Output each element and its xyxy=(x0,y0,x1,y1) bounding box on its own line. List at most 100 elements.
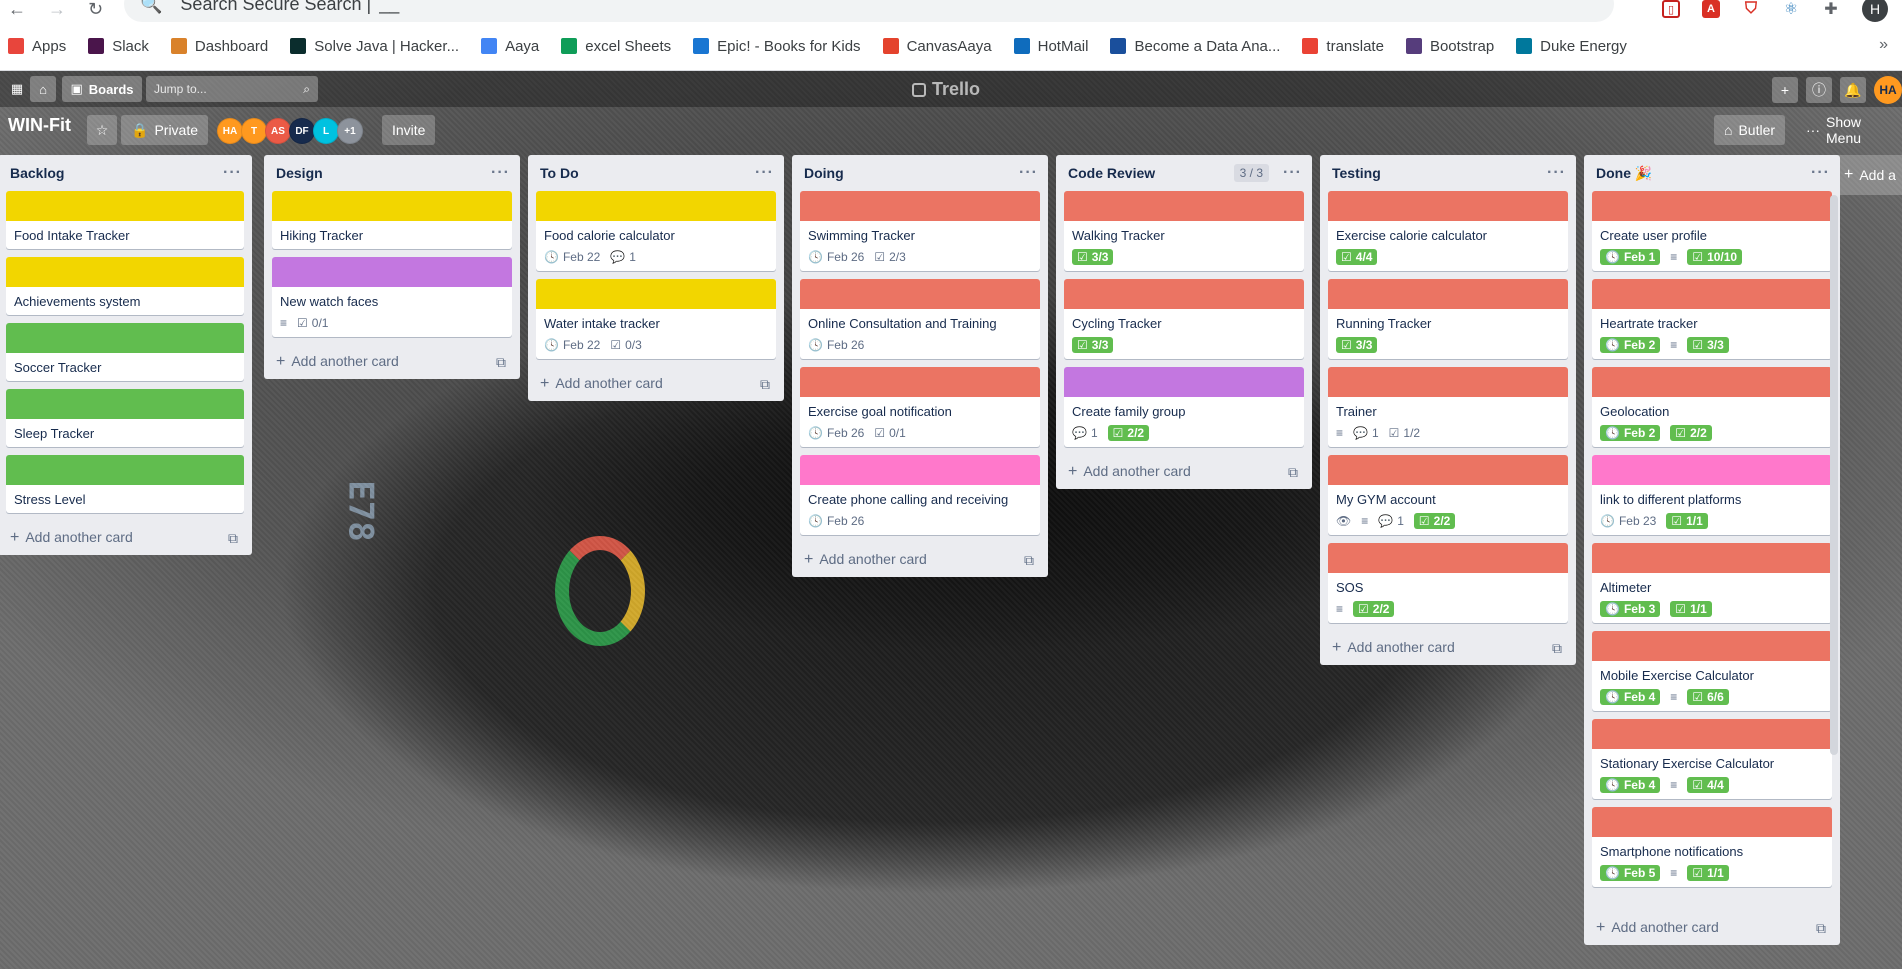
bookmark-item[interactable]: HotMail xyxy=(1013,38,1088,55)
template-card-icon[interactable]: ⧉ xyxy=(1288,464,1298,481)
bookmark-item[interactable]: translate xyxy=(1302,38,1384,55)
bookmark-item[interactable]: CanvasAaya xyxy=(882,38,992,55)
add-card-button[interactable]: + Add another card ⧉ xyxy=(1056,455,1312,489)
card[interactable]: Soccer Tracker xyxy=(6,323,244,381)
list-title[interactable]: Backlog xyxy=(10,165,64,181)
create-plus-icon[interactable]: + xyxy=(1772,77,1798,103)
card[interactable]: SOS ≡ ☑ 2/2 xyxy=(1328,543,1568,623)
list-menu-dots-icon[interactable]: ··· xyxy=(1283,164,1302,182)
member-avatar[interactable]: L xyxy=(313,118,339,144)
add-card-button[interactable]: + Add another card ⧉ xyxy=(0,521,252,555)
bookmark-item[interactable]: Bootstrap xyxy=(1405,38,1494,55)
template-card-icon[interactable]: ⧉ xyxy=(1552,640,1562,657)
bookmark-item[interactable]: excel Sheets xyxy=(561,38,671,55)
list-title[interactable]: Design xyxy=(276,165,323,181)
trello-logo[interactable]: Trello xyxy=(912,79,980,100)
pdf-extension-icon[interactable]: A xyxy=(1702,0,1720,18)
add-card-button[interactable]: + Add another card ⧉ xyxy=(528,367,784,401)
list-scrollbar[interactable] xyxy=(1830,195,1838,755)
add-card-button[interactable]: + Add another card ⧉ xyxy=(1584,911,1840,945)
bookmark-item[interactable]: Solve Java | Hacker... xyxy=(290,38,459,55)
card[interactable]: Exercise goal notification 🕓 Feb 26 ☑ 0/1 xyxy=(800,367,1040,447)
react-devtools-icon[interactable]: ⚛ xyxy=(1782,0,1800,18)
address-bar[interactable]: 🔍 Search Secure Search | __ xyxy=(124,0,1614,22)
member-avatar[interactable]: AS xyxy=(265,118,291,144)
star-board-button[interactable]: ☆ xyxy=(87,115,117,145)
card[interactable]: Altimeter 🕓 Feb 3 ☑ 1/1 xyxy=(1592,543,1832,623)
card[interactable]: Water intake tracker 🕓 Feb 22 ☑ 0/3 xyxy=(536,279,776,359)
boards-button[interactable]: ▣ Boards xyxy=(62,76,142,102)
back-arrow-icon[interactable]: ← xyxy=(8,0,26,20)
add-list-button[interactable]: + Add a xyxy=(1834,155,1902,195)
card[interactable]: Sleep Tracker xyxy=(6,389,244,447)
card[interactable]: Mobile Exercise Calculator 🕓 Feb 4 ≡ ☑ 6/6 xyxy=(1592,631,1832,711)
invite-button[interactable]: Invite xyxy=(382,115,436,145)
card[interactable]: Achievements system xyxy=(6,257,244,315)
add-card-button[interactable]: + Add another card ⧉ xyxy=(264,345,520,379)
template-card-icon[interactable]: ⧉ xyxy=(228,530,238,547)
card[interactable]: Create family group 💬 1 ☑ 2/2 xyxy=(1064,367,1304,447)
bookmark-item[interactable]: Epic! - Books for Kids xyxy=(693,38,861,55)
card[interactable]: Food calorie calculator 🕓 Feb 22 💬 1 xyxy=(536,191,776,271)
bookmarks-overflow-icon[interactable]: » xyxy=(1879,36,1888,54)
puzzle-extensions-icon[interactable]: ✚ xyxy=(1822,0,1840,18)
card[interactable]: Online Consultation and Training 🕓 Feb 26 xyxy=(800,279,1040,359)
card[interactable]: Trainer ≡ 💬 1 ☑ 1/2 xyxy=(1328,367,1568,447)
list-title[interactable]: To Do xyxy=(540,165,579,181)
member-avatar[interactable]: +1 xyxy=(337,118,363,144)
bookmark-item[interactable]: Slack xyxy=(88,38,149,55)
butler-button[interactable]: ⌂ Butler xyxy=(1714,115,1786,145)
card[interactable]: Food Intake Tracker xyxy=(6,191,244,249)
list-title[interactable]: Done 🎉 xyxy=(1596,165,1652,182)
template-card-icon[interactable]: ⧉ xyxy=(1024,552,1034,569)
list-menu-dots-icon[interactable]: ··· xyxy=(491,164,510,182)
jump-to-search[interactable]: Jump to... ⌕ xyxy=(146,76,318,102)
extension-clipboard-icon[interactable]: ▯ xyxy=(1662,0,1680,18)
browser-profile-avatar[interactable]: H xyxy=(1862,0,1888,22)
card[interactable]: Running Tracker ☑ 3/3 xyxy=(1328,279,1568,359)
member-avatar[interactable]: HA xyxy=(217,118,243,144)
bookmark-item[interactable]: Apps xyxy=(8,38,66,55)
list-menu-dots-icon[interactable]: ··· xyxy=(223,164,242,182)
list-menu-dots-icon[interactable]: ··· xyxy=(755,164,774,182)
card[interactable]: Stress Level xyxy=(6,455,244,513)
template-card-icon[interactable]: ⧉ xyxy=(1816,920,1826,937)
card[interactable]: Exercise calorie calculator ☑ 4/4 xyxy=(1328,191,1568,271)
member-avatar[interactable]: T xyxy=(241,118,267,144)
board-title[interactable]: WIN-Fit xyxy=(8,115,71,136)
shield-extension-icon[interactable]: ⛉ xyxy=(1742,0,1760,18)
card[interactable]: Create phone calling and receiving 🕓 Feb 2… xyxy=(800,455,1040,535)
card[interactable]: My GYM account 👁 ≡ 💬 1 ☑ 2/2 xyxy=(1328,455,1568,535)
card[interactable]: Cycling Tracker ☑ 3/3 xyxy=(1064,279,1304,359)
card[interactable]: Swimming Tracker 🕓 Feb 26 ☑ 2/3 xyxy=(800,191,1040,271)
bookmark-item[interactable]: Become a Data Ana... xyxy=(1110,38,1280,55)
member-avatar[interactable]: DF xyxy=(289,118,315,144)
template-card-icon[interactable]: ⧉ xyxy=(760,376,770,393)
list-title[interactable]: Code Review xyxy=(1068,165,1155,181)
list-title[interactable]: Testing xyxy=(1332,165,1381,181)
add-card-button[interactable]: + Add another card ⧉ xyxy=(792,543,1048,577)
card[interactable]: Geolocation 🕓 Feb 2 ☑ 2/2 xyxy=(1592,367,1832,447)
apps-switcher-icon[interactable]: ▦ xyxy=(4,76,30,102)
visibility-button[interactable]: 🔒 Private xyxy=(121,115,209,145)
info-icon[interactable]: ⓘ xyxy=(1806,77,1832,103)
template-card-icon[interactable]: ⧉ xyxy=(496,354,506,371)
add-card-button[interactable]: + Add another card ⧉ xyxy=(1320,631,1576,665)
card[interactable]: link to different platforms 🕓 Feb 23 ☑ 1/1 xyxy=(1592,455,1832,535)
list-menu-dots-icon[interactable]: ··· xyxy=(1811,164,1830,182)
card[interactable]: Heartrate tracker 🕓 Feb 2 ≡ ☑ 3/3 xyxy=(1592,279,1832,359)
list-menu-dots-icon[interactable]: ··· xyxy=(1547,164,1566,182)
card[interactable]: Create user profile 🕓 Feb 1 ≡ ☑ 10/10 xyxy=(1592,191,1832,271)
forward-arrow-icon[interactable]: → xyxy=(48,0,66,20)
card[interactable]: Hiking Tracker xyxy=(272,191,512,249)
list-title[interactable]: Doing xyxy=(804,165,844,181)
card[interactable]: Stationary Exercise Calculator 🕓 Feb 4 ≡ ☑ 4/… xyxy=(1592,719,1832,799)
card[interactable]: New watch faces ≡ ☑ 0/1 xyxy=(272,257,512,337)
home-button[interactable]: ⌂ xyxy=(30,76,56,102)
bookmark-item[interactable]: Aaya xyxy=(481,38,539,55)
show-menu-button[interactable]: ··· Show Menu xyxy=(1796,114,1902,146)
list-menu-dots-icon[interactable]: ··· xyxy=(1019,164,1038,182)
bookmark-item[interactable]: Duke Energy xyxy=(1516,38,1627,55)
user-avatar[interactable]: HA xyxy=(1874,76,1902,104)
bookmark-item[interactable]: Dashboard xyxy=(170,38,268,55)
